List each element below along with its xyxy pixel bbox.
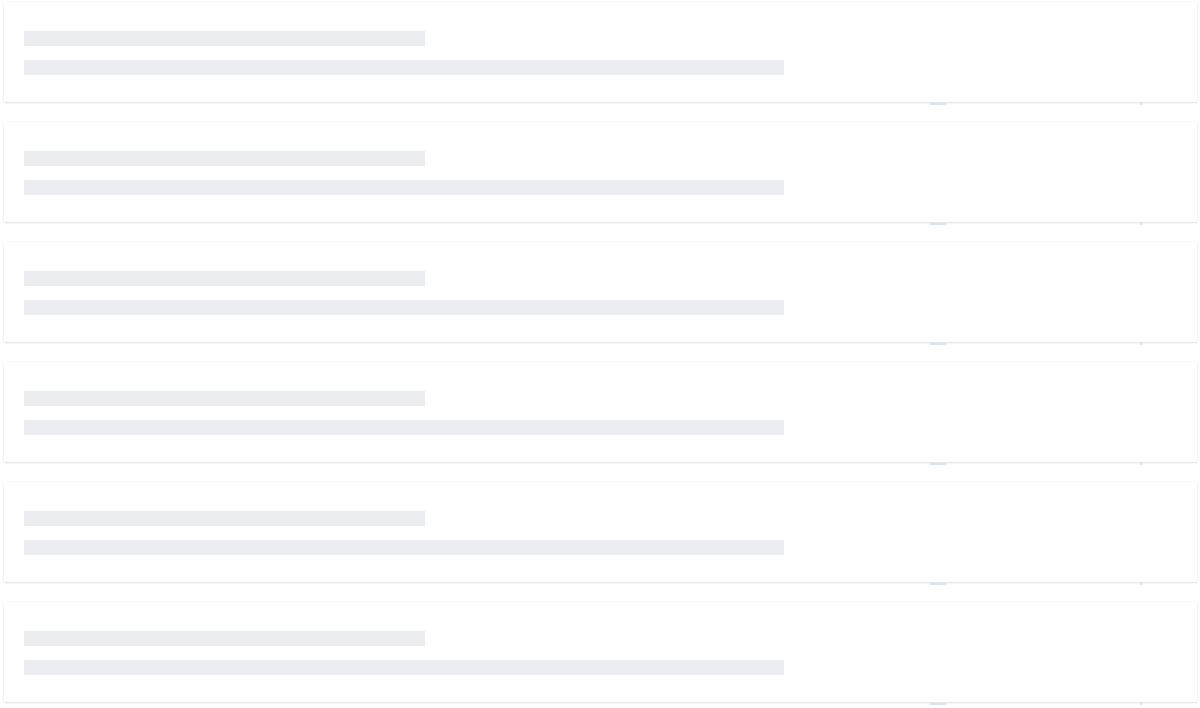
- skeleton-accent: [930, 583, 946, 585]
- skeleton-title-bar: [24, 631, 425, 646]
- skeleton-card: [4, 122, 1197, 225]
- skeleton-title-bar: [24, 271, 425, 286]
- skeleton-card: [4, 602, 1197, 705]
- skeleton-accent: [1140, 703, 1142, 705]
- skeleton-card: [4, 242, 1197, 345]
- skeleton-title-bar: [24, 151, 425, 166]
- skeleton-accent: [1140, 463, 1142, 465]
- skeleton-accent: [1140, 223, 1142, 225]
- skeleton-accent: [930, 103, 946, 105]
- skeleton-description-bar: [24, 60, 784, 75]
- skeleton-accent: [930, 223, 946, 225]
- skeleton-card: [4, 362, 1197, 465]
- skeleton-title-bar: [24, 391, 425, 406]
- skeleton-accent: [930, 343, 946, 345]
- skeleton-accent: [1140, 583, 1142, 585]
- skeleton-card: [4, 2, 1197, 105]
- skeleton-description-bar: [24, 180, 784, 195]
- skeleton-card: [4, 482, 1197, 585]
- skeleton-title-bar: [24, 31, 425, 46]
- skeleton-accent: [930, 703, 946, 705]
- skeleton-description-bar: [24, 660, 784, 675]
- skeleton-accent: [1140, 343, 1142, 345]
- skeleton-description-bar: [24, 540, 784, 555]
- skeleton-accent: [930, 463, 946, 465]
- skeleton-description-bar: [24, 300, 784, 315]
- skeleton-title-bar: [24, 511, 425, 526]
- skeleton-accent: [1140, 103, 1142, 105]
- skeleton-list: [0, 0, 1200, 708]
- skeleton-description-bar: [24, 420, 784, 435]
